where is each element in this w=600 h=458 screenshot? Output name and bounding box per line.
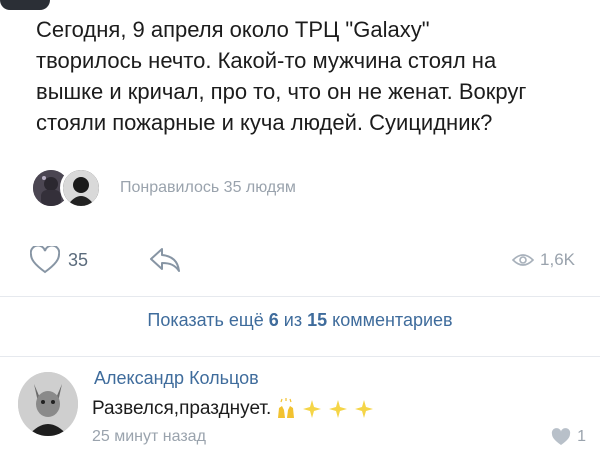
share-button[interactable] bbox=[148, 246, 182, 274]
views-count: 1,6K bbox=[540, 250, 575, 269]
like-button[interactable]: 35 bbox=[30, 246, 88, 274]
heart-icon bbox=[30, 246, 60, 274]
show-more-suffix: комментариев bbox=[327, 310, 453, 330]
raised-hands-emoji-icon bbox=[278, 398, 295, 418]
comment-author-name[interactable]: Александр Кольцов bbox=[94, 368, 259, 389]
post-actions: 35 1,6K bbox=[30, 240, 575, 280]
comment-like-count: 1 bbox=[577, 428, 586, 445]
share-arrow-icon bbox=[150, 248, 181, 272]
comment-timestamp: 25 минут назад bbox=[92, 428, 206, 445]
post-text: Сегодня, 9 апреля около ТРЦ "Galaxy" тво… bbox=[36, 17, 527, 135]
comment-author-avatar[interactable] bbox=[18, 372, 78, 436]
eye-icon bbox=[512, 254, 535, 266]
shown-comments-count: 6 bbox=[268, 310, 279, 330]
previous-avatar-fragment bbox=[0, 0, 50, 10]
comment-like-button[interactable]: 1 bbox=[551, 428, 586, 446]
divider bbox=[0, 296, 600, 297]
liker-avatar[interactable] bbox=[60, 167, 102, 209]
liked-by-row[interactable]: Понравилось 35 людям bbox=[30, 160, 570, 216]
total-comments-count: 15 bbox=[307, 310, 328, 330]
sparkles-emoji-icon bbox=[355, 400, 374, 418]
liked-by-count: Понравилось 35 людям bbox=[120, 179, 296, 196]
comment-text: Развелся,празднует. bbox=[92, 398, 272, 419]
views-counter: 1,6K bbox=[512, 250, 575, 270]
heart-filled-icon bbox=[551, 428, 571, 445]
divider bbox=[0, 356, 600, 357]
comment-body: Развелся,празднует. bbox=[92, 398, 375, 420]
show-more-prefix: Показать ещё bbox=[147, 310, 269, 330]
show-more-comments-button[interactable]: Показать ещё 6 из 15 комментариев bbox=[0, 310, 600, 350]
like-count: 35 bbox=[68, 249, 89, 270]
sparkles-emoji-icon bbox=[329, 400, 348, 418]
show-more-middle: из bbox=[278, 310, 308, 330]
sparkles-emoji-icon bbox=[303, 400, 322, 418]
